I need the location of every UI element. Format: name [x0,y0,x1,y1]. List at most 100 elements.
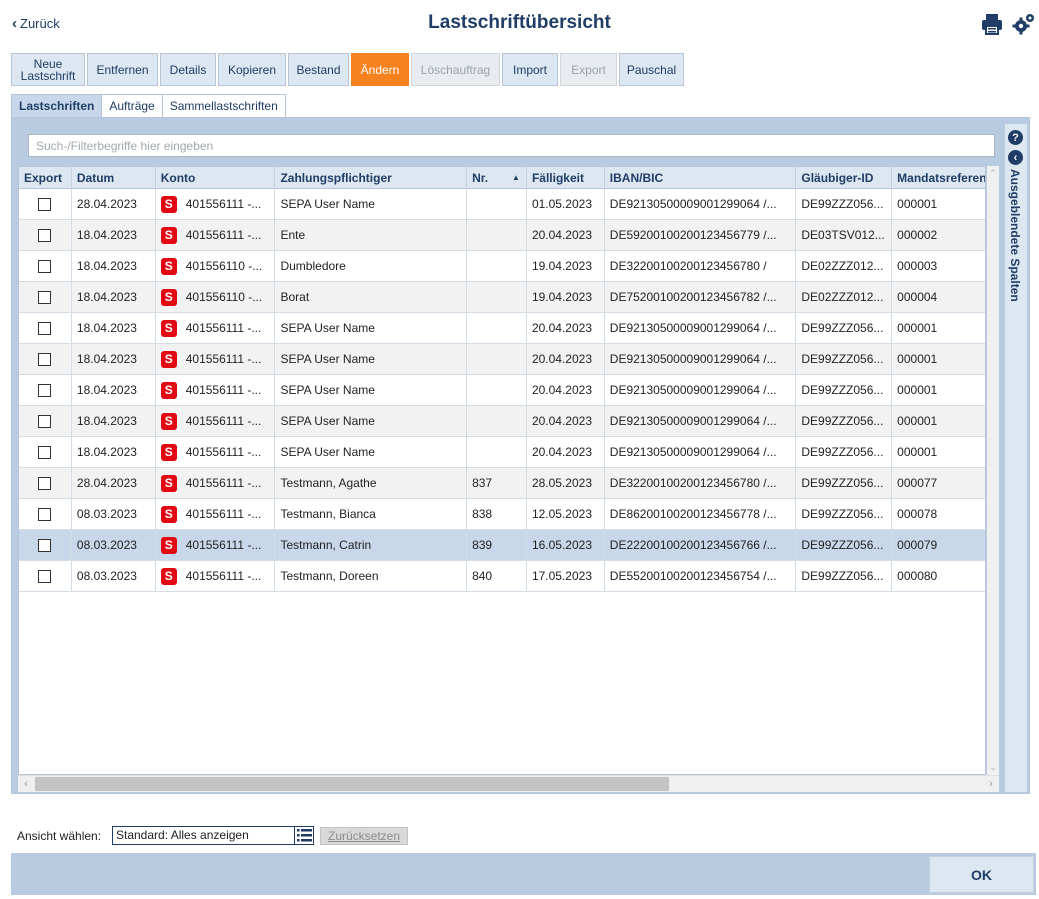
tab-auftraege[interactable]: Aufträge [101,94,163,117]
table-row[interactable]: 18.04.2023 S 401556111 -... SEPA User Name 2… [19,406,985,437]
list-icon[interactable] [294,827,313,844]
cell-mandatsreferenz: 000001 [897,321,938,335]
view-select[interactable]: Standard: Alles anzeigen [112,826,314,845]
horizontal-scroll-thumb[interactable] [35,777,669,791]
column-header-nr-label: Nr. [472,171,489,185]
table-row[interactable]: 18.04.2023 S 401556110 -... Dumbledore 19.04… [19,251,985,282]
tab-lastschriften[interactable]: Lastschriften [11,94,103,117]
scroll-up-icon[interactable]: ⌃ [987,168,999,179]
collapse-icon[interactable]: ‹ [1008,150,1023,165]
print-icon[interactable] [980,12,1004,36]
sparkasse-logo-icon: S [160,567,177,585]
details-button[interactable]: Details [160,53,216,86]
import-button[interactable]: Import [502,53,558,86]
cell-mandatsreferenz: 000001 [897,352,938,366]
table-row[interactable]: 18.04.2023 S 401556111 -... SEPA User Name 2… [19,344,985,375]
table-row[interactable]: 18.04.2023 S 401556111 -... SEPA User Name 2… [19,313,985,344]
search-input[interactable] [28,134,995,157]
cell-konto: S 401556111 -... [156,561,276,591]
column-header-nr[interactable]: Nr. ▲ [467,167,527,189]
grid-body: 28.04.2023 S 401556111 -... SEPA User Name 0… [19,189,985,592]
hidden-columns-label[interactable]: Ausgeblendete Spalten [1008,169,1022,302]
column-header-faelligkeit[interactable]: Fälligkeit [527,167,605,189]
export-checkbox[interactable] [38,414,52,428]
tab-sammellastschriften[interactable]: Sammellastschriften [161,94,286,117]
reset-button: Zurücksetzen [320,827,408,845]
column-header-mandatsreferenz[interactable]: Mandatsreferenz [892,167,985,189]
cell-konto: S 401556111 -... [156,220,276,250]
cell-konto: S 401556111 -... [156,406,276,436]
cell-datum: 18.04.2023 [72,437,156,467]
konto-label: 401556111 -... [185,569,262,583]
grid-header: Export Datum Konto Zahlungspflichtiger N… [19,167,985,189]
column-header-export[interactable]: Export [19,167,72,189]
table-row[interactable]: 08.03.2023 S 401556111 -... Testmann, Bianc… [19,499,985,530]
cell-datum: 08.03.2023 [72,530,156,560]
vertical-scrollbar[interactable]: ⌃ ⌄ [987,166,999,775]
export-checkbox[interactable] [38,321,52,335]
column-header-konto[interactable]: Konto [156,167,276,189]
cell-zahlungspflichtiger: Testmann, Catrin [275,530,468,560]
export-checkbox[interactable] [38,538,52,552]
scroll-right-icon[interactable]: › [985,776,997,792]
cell-konto: S 401556111 -... [156,530,276,560]
table-row[interactable]: 08.03.2023 S 401556111 -... Testmann, Catri… [19,530,985,561]
cell-zahlungspflichtiger: SEPA User Name [275,189,468,219]
horizontal-scrollbar[interactable]: ‹ › [18,775,999,792]
column-header-zahlungspflichtiger[interactable]: Zahlungspflichtiger [275,167,468,189]
cell-mandatsreferenz: 000080 [897,569,938,583]
cell-glaeubiger-id: DE99ZZZ056... [796,313,893,343]
sparkasse-logo-icon: S [160,536,177,554]
cell-zahlungspflichtiger: SEPA User Name [275,313,468,343]
remove-button[interactable]: Entfernen [87,53,158,86]
scroll-left-icon[interactable]: ‹ [20,776,32,792]
export-checkbox[interactable] [38,228,52,242]
export-checkbox[interactable] [38,352,52,366]
cell-export [19,468,72,498]
export-checkbox[interactable] [38,290,52,304]
cell-glaeubiger-id: DE02ZZZ012... [796,282,893,312]
flat-rate-button[interactable]: Pauschal [619,53,684,86]
column-header-iban[interactable]: IBAN/BIC [605,167,797,189]
export-checkbox[interactable] [38,445,52,459]
table-row[interactable]: 18.04.2023 S 401556110 -... Borat 19.04.2023… [19,282,985,313]
table-row[interactable]: 08.03.2023 S 401556111 -... Testmann, Doree… [19,561,985,592]
cell-glaeubiger-id: DE99ZZZ056... [796,189,893,219]
cell-datum: 18.04.2023 [72,220,156,250]
help-icon[interactable]: ? [1008,130,1023,145]
cell-konto: S 401556111 -... [156,189,276,219]
export-checkbox[interactable] [38,383,52,397]
table-row[interactable]: 28.04.2023 S 401556111 -... SEPA User Name 0… [19,189,985,220]
change-button[interactable]: Ändern [351,53,409,86]
cell-datum: 18.04.2023 [72,251,156,281]
export-checkbox[interactable] [38,197,52,211]
copy-button[interactable]: Kopieren [218,53,286,86]
cell-glaeubiger-id: DE99ZZZ056... [796,499,893,529]
export-checkbox[interactable] [38,259,52,273]
inventory-button[interactable]: Bestand [288,53,349,86]
table-row[interactable]: 18.04.2023 S 401556111 -... SEPA User Name 2… [19,375,985,406]
export-checkbox[interactable] [38,569,52,583]
cell-zahlungspflichtiger: Borat [275,282,468,312]
table-row[interactable]: 28.04.2023 S 401556111 -... Testmann, Agath… [19,468,985,499]
cell-iban: DE92130500009001299064 /... [605,437,797,467]
new-direct-debit-button[interactable]: Neue Lastschrift [11,53,85,86]
sparkasse-logo-icon: S [160,443,177,461]
konto-label: 401556111 -... [185,352,262,366]
ok-button[interactable]: OK [929,856,1034,893]
cell-iban: DE92130500009001299064 /... [605,375,797,405]
table-row[interactable]: 18.04.2023 S 401556111 -... SEPA User Name 2… [19,437,985,468]
gear-icon[interactable] [1012,12,1036,36]
cell-faelligkeit: 17.05.2023 [527,561,605,591]
konto-label: 401556111 -... [185,476,262,490]
sort-ascending-icon: ▲ [512,173,520,182]
export-checkbox[interactable] [38,476,52,490]
cell-mandatsreferenz: 000004 [897,290,938,304]
column-header-datum[interactable]: Datum [72,167,156,189]
column-header-glaeubiger-id[interactable]: Gläubiger-ID [796,167,893,189]
scroll-down-icon[interactable]: ⌄ [987,762,999,773]
cell-export [19,561,72,591]
cell-nr [467,189,527,219]
export-checkbox[interactable] [38,507,52,521]
table-row[interactable]: 18.04.2023 S 401556111 -... Ente 20.04.2023 D… [19,220,985,251]
